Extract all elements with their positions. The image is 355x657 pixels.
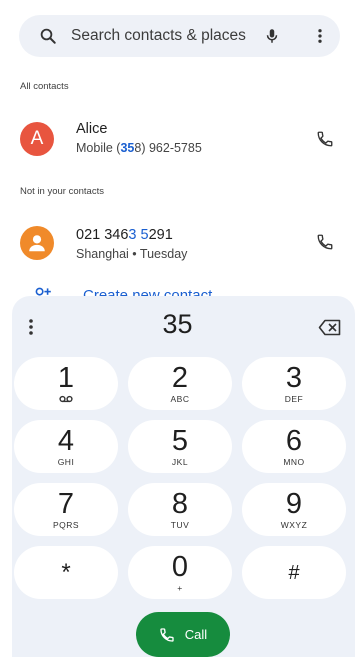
phone-icon[interactable]: [316, 130, 334, 148]
avatar: [20, 226, 54, 260]
section-label-not-in-contacts: Not in your contacts: [20, 186, 104, 197]
dialpad-panel: [12, 296, 355, 657]
search-bar[interactable]: Search contacts & places: [19, 15, 340, 57]
avatar: A: [20, 122, 54, 156]
key-3[interactable]: 3 DEF: [242, 357, 346, 410]
search-icon: [40, 28, 56, 44]
suggestion-detail: Shanghai • Tuesday: [76, 247, 188, 261]
key-7[interactable]: 7 PQRS: [14, 483, 118, 536]
key-5[interactable]: 5 JKL: [128, 420, 232, 473]
section-label-all-contacts: All contacts: [20, 81, 69, 92]
more-vert-icon[interactable]: [311, 27, 329, 45]
person-icon: [29, 235, 45, 252]
key-8[interactable]: 8 TUV: [128, 483, 232, 536]
call-button[interactable]: Call: [136, 612, 230, 657]
dialed-digits[interactable]: 35: [0, 309, 355, 340]
search-input[interactable]: Search contacts & places: [71, 27, 246, 45]
suggestion-row[interactable]: 021 3463 5291 Shanghai • Tuesday: [0, 218, 355, 270]
backspace-icon[interactable]: [318, 319, 342, 336]
contact-number: Mobile (358) 962-5785: [76, 141, 202, 155]
contact-row[interactable]: A Alice Mobile (358) 962-5785: [0, 112, 355, 164]
phone-icon[interactable]: [316, 233, 334, 251]
key-star[interactable]: *: [14, 546, 118, 599]
key-2[interactable]: 2 ABC: [128, 357, 232, 410]
key-9[interactable]: 9 WXYZ: [242, 483, 346, 536]
key-hash[interactable]: #: [242, 546, 346, 599]
suggestion-number: 021 3463 5291: [76, 227, 173, 243]
call-label: Call: [184, 627, 208, 642]
key-1[interactable]: 1: [14, 357, 118, 410]
key-4[interactable]: 4 GHI: [14, 420, 118, 473]
voicemail-icon: [59, 395, 73, 403]
microphone-icon[interactable]: [263, 27, 281, 45]
phone-icon: [160, 627, 174, 642]
key-0[interactable]: 0 +: [128, 546, 232, 599]
contact-name: Alice: [76, 121, 108, 137]
key-6[interactable]: 6 MNO: [242, 420, 346, 473]
